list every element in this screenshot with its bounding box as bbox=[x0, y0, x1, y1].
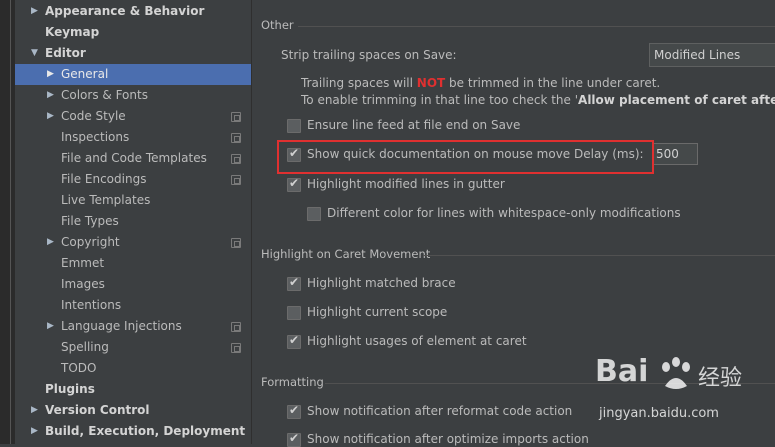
note-text: be trimmed in the line under caret. bbox=[445, 76, 661, 90]
usages-checkbox[interactable] bbox=[287, 333, 301, 349]
highlight-modified-checkbox[interactable] bbox=[287, 176, 301, 192]
collapse-arrow-icon[interactable]: ▼ bbox=[31, 43, 38, 64]
project-scope-icon bbox=[231, 154, 241, 164]
section-title-caret: Highlight on Caret Movement bbox=[261, 247, 431, 261]
ensure-line-feed-checkbox[interactable] bbox=[287, 119, 301, 133]
optimize-notification-checkbox[interactable] bbox=[287, 431, 301, 447]
left-panel-strip bbox=[0, 0, 15, 444]
expand-arrow-icon[interactable]: ▶ bbox=[47, 316, 54, 337]
tree-item-label: Copyright bbox=[61, 235, 120, 249]
note-text: Trailing spaces will bbox=[301, 76, 417, 90]
tree-item-version-control[interactable]: ▶ Version Control bbox=[15, 400, 251, 421]
tree-item-label: Colors & Fonts bbox=[61, 88, 148, 102]
annotation-highlight-box bbox=[277, 140, 654, 174]
tree-item-inspections[interactable]: Inspections bbox=[15, 127, 251, 148]
tree-item-label: Images bbox=[61, 277, 105, 291]
current-scope-checkbox[interactable] bbox=[287, 306, 301, 320]
tree-item-spelling[interactable]: Spelling bbox=[15, 337, 251, 358]
tree-item-label: Editor bbox=[45, 46, 86, 60]
different-color-checkbox[interactable] bbox=[307, 207, 321, 221]
tree-item-file-code-templates[interactable]: File and Code Templates bbox=[15, 148, 251, 169]
tree-item-label: Intentions bbox=[61, 298, 122, 312]
expand-arrow-icon[interactable]: ▶ bbox=[47, 232, 54, 253]
tree-item-plugins[interactable]: Plugins bbox=[15, 379, 251, 400]
different-color-label: Different color for lines with whitespac… bbox=[327, 206, 681, 220]
settings-content: Other Strip trailing spaces on Save: Mod… bbox=[252, 0, 775, 447]
expand-arrow-icon[interactable]: ▶ bbox=[47, 106, 54, 127]
tree-item-build-execution[interactable]: ▶ Build, Execution, Deployment bbox=[15, 421, 251, 442]
tree-item-copyright[interactable]: ▶ Copyright bbox=[15, 232, 251, 253]
project-scope-icon bbox=[231, 343, 241, 353]
section-title-other: Other bbox=[261, 18, 294, 32]
strip-trailing-label: Strip trailing spaces on Save: bbox=[281, 48, 457, 62]
tree-item-label: Version Control bbox=[45, 403, 150, 417]
settings-tree: ▶ Appearance & Behavior Keymap ▼ Editor … bbox=[15, 0, 251, 444]
section-title-formatting: Formatting bbox=[261, 375, 324, 389]
ensure-line-feed-label: Ensure line feed at file end on Save bbox=[307, 118, 521, 132]
tree-item-file-encodings[interactable]: File Encodings bbox=[15, 169, 251, 190]
tree-item-editor[interactable]: ▼ Editor bbox=[15, 43, 251, 64]
reformat-notification-checkbox[interactable] bbox=[287, 403, 301, 419]
highlight-modified-label: Highlight modified lines in gutter bbox=[307, 177, 505, 191]
tree-item-label: Language Injections bbox=[61, 319, 182, 333]
expand-arrow-icon[interactable]: ▶ bbox=[31, 1, 38, 22]
tree-item-keymap[interactable]: Keymap bbox=[15, 22, 251, 43]
trailing-note-line2: To enable trimming in that line too chec… bbox=[301, 93, 775, 107]
tree-item-label: File Types bbox=[61, 214, 119, 228]
tree-item-emmet[interactable]: Emmet bbox=[15, 253, 251, 274]
tree-item-label: General bbox=[61, 67, 109, 81]
tree-item-intentions[interactable]: Intentions bbox=[15, 295, 251, 316]
project-scope-icon bbox=[231, 322, 241, 332]
section-separator bbox=[298, 26, 775, 27]
tree-item-images[interactable]: Images bbox=[15, 274, 251, 295]
tree-item-file-types[interactable]: File Types bbox=[15, 211, 251, 232]
project-scope-icon bbox=[231, 238, 241, 248]
section-separator bbox=[325, 383, 775, 384]
section-separator bbox=[423, 255, 775, 256]
current-scope-label: Highlight current scope bbox=[307, 305, 448, 319]
tree-item-colors-fonts[interactable]: ▶ Colors & Fonts bbox=[15, 85, 251, 106]
tree-item-label: Emmet bbox=[61, 256, 105, 270]
tree-item-general[interactable]: ▶ General bbox=[15, 64, 251, 85]
tree-item-label: Plugins bbox=[45, 382, 95, 396]
reformat-notification-label: Show notification after reformat code ac… bbox=[307, 404, 573, 418]
matched-brace-label: Highlight matched brace bbox=[307, 276, 456, 290]
strip-divider bbox=[10, 0, 11, 444]
tree-item-label: Keymap bbox=[45, 25, 100, 39]
expand-arrow-icon[interactable]: ▶ bbox=[31, 400, 38, 421]
tree-item-code-style[interactable]: ▶ Code Style bbox=[15, 106, 251, 127]
project-scope-icon bbox=[231, 133, 241, 143]
expand-arrow-icon[interactable]: ▶ bbox=[47, 85, 54, 106]
tree-item-label: Appearance & Behavior bbox=[45, 4, 205, 18]
tree-item-language-injections[interactable]: ▶ Language Injections bbox=[15, 316, 251, 337]
tree-item-label: TODO bbox=[61, 361, 97, 375]
expand-arrow-icon[interactable]: ▶ bbox=[31, 421, 38, 442]
tree-item-label: Code Style bbox=[61, 109, 126, 123]
tree-item-label: Spelling bbox=[61, 340, 109, 354]
usages-label: Highlight usages of element at caret bbox=[307, 334, 527, 348]
tree-item-label: File and Code Templates bbox=[61, 151, 207, 165]
tree-item-label: Build, Execution, Deployment bbox=[45, 424, 246, 438]
tree-item-label: File Encodings bbox=[61, 172, 147, 186]
project-scope-icon bbox=[231, 175, 241, 185]
tree-item-appearance[interactable]: ▶ Appearance & Behavior bbox=[15, 1, 251, 22]
tree-item-todo[interactable]: TODO bbox=[15, 358, 251, 379]
matched-brace-checkbox[interactable] bbox=[287, 275, 301, 291]
strip-trailing-dropdown[interactable]: Modified Lines bbox=[649, 43, 775, 67]
project-scope-icon bbox=[231, 112, 241, 122]
not-emphasis: NOT bbox=[416, 76, 446, 90]
note-text: To enable trimming in that line too chec… bbox=[301, 93, 579, 107]
expand-arrow-icon[interactable]: ▶ bbox=[47, 64, 54, 85]
note-bold-text: Allow placement of caret after en bbox=[578, 93, 775, 107]
tree-item-live-templates[interactable]: Live Templates bbox=[15, 190, 251, 211]
delay-input[interactable]: 500 bbox=[652, 143, 698, 165]
tree-item-label: Inspections bbox=[61, 130, 130, 144]
trailing-note-line1: Trailing spaces will NOT be trimmed in t… bbox=[301, 76, 660, 90]
tree-item-label: Live Templates bbox=[61, 193, 151, 207]
